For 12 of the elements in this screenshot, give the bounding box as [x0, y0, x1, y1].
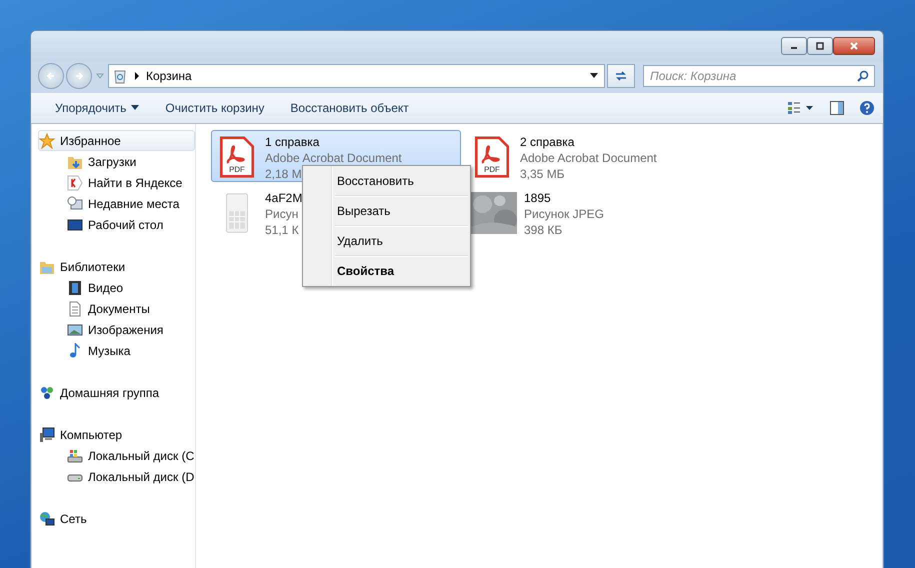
file-name: 1 справка [265, 134, 320, 150]
file-size: 51,1 К [265, 222, 299, 238]
file-name: 1895 [524, 190, 551, 206]
file-name: 4aF2M [265, 190, 302, 206]
file-type: Adobe Acrobat Document [265, 150, 402, 166]
file-size: 3,35 МБ [520, 166, 565, 182]
file-type: Adobe Acrobat Document [520, 150, 657, 166]
file-type: Рисун [265, 206, 298, 222]
file-size: 2,18 М [265, 166, 302, 182]
file-name: 2 справка [520, 134, 574, 150]
file-size: 398 КБ [524, 222, 562, 238]
file-type: Рисунок JPEG [524, 206, 604, 222]
